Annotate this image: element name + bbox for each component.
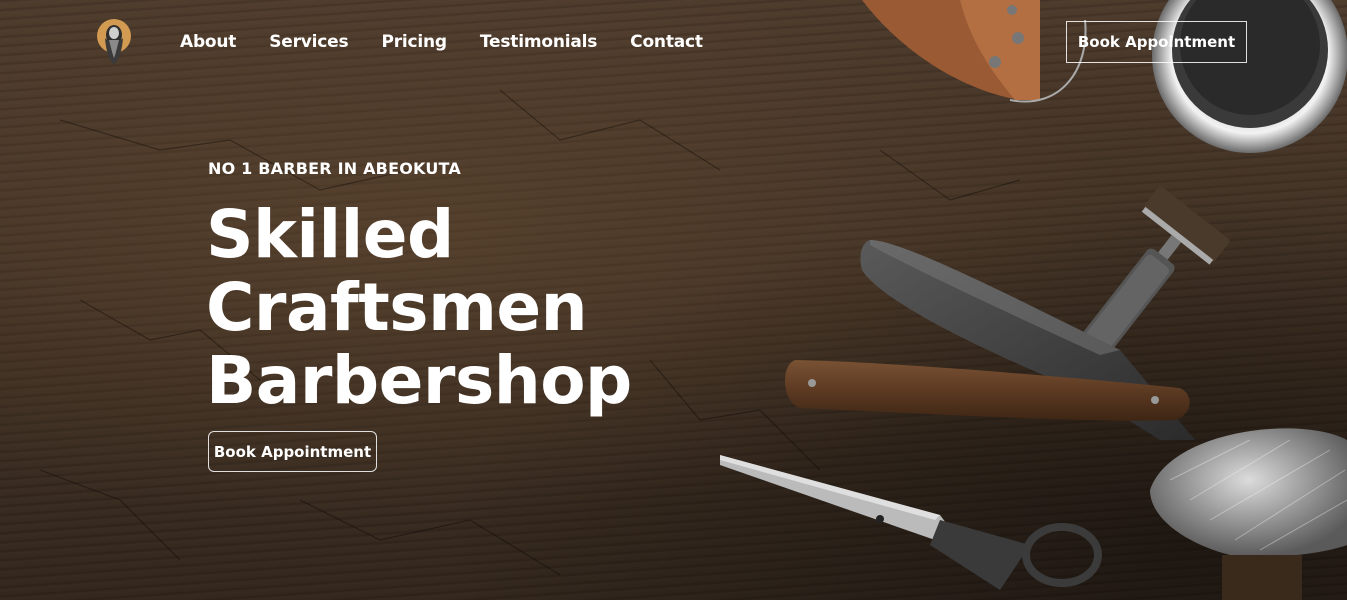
scissors [720, 455, 1102, 590]
nav-book-appointment-button[interactable]: Book Appointment [1066, 21, 1247, 63]
hero-section: About Services Pricing Testimonials Cont… [0, 0, 1347, 600]
top-nav: About Services Pricing Testimonials Cont… [0, 0, 1347, 84]
nav-link-services[interactable]: Services [269, 30, 348, 54]
background-tools-art [39, 0, 1347, 600]
nav-link-contact[interactable]: Contact [630, 30, 703, 54]
nav-link-testimonials[interactable]: Testimonials [480, 30, 597, 54]
nav-link-about[interactable]: About [180, 30, 236, 54]
nav-link-pricing[interactable]: Pricing [381, 30, 447, 54]
hero-book-appointment-button[interactable]: Book Appointment [208, 431, 377, 472]
headline-line-2: Craftsmen [206, 269, 588, 346]
headline-line-1: Skilled [206, 196, 454, 273]
shaving-brush [1150, 428, 1347, 600]
bearded-barber-logo-icon[interactable] [95, 18, 133, 66]
nav-links: About Services Pricing Testimonials Cont… [180, 30, 703, 54]
headline-line-3: Barbershop [206, 342, 632, 419]
hero-eyebrow: NO 1 BARBER IN ABEOKUTA [208, 159, 461, 178]
hero-headline: Skilled Craftsmen Barbershop [206, 198, 632, 417]
